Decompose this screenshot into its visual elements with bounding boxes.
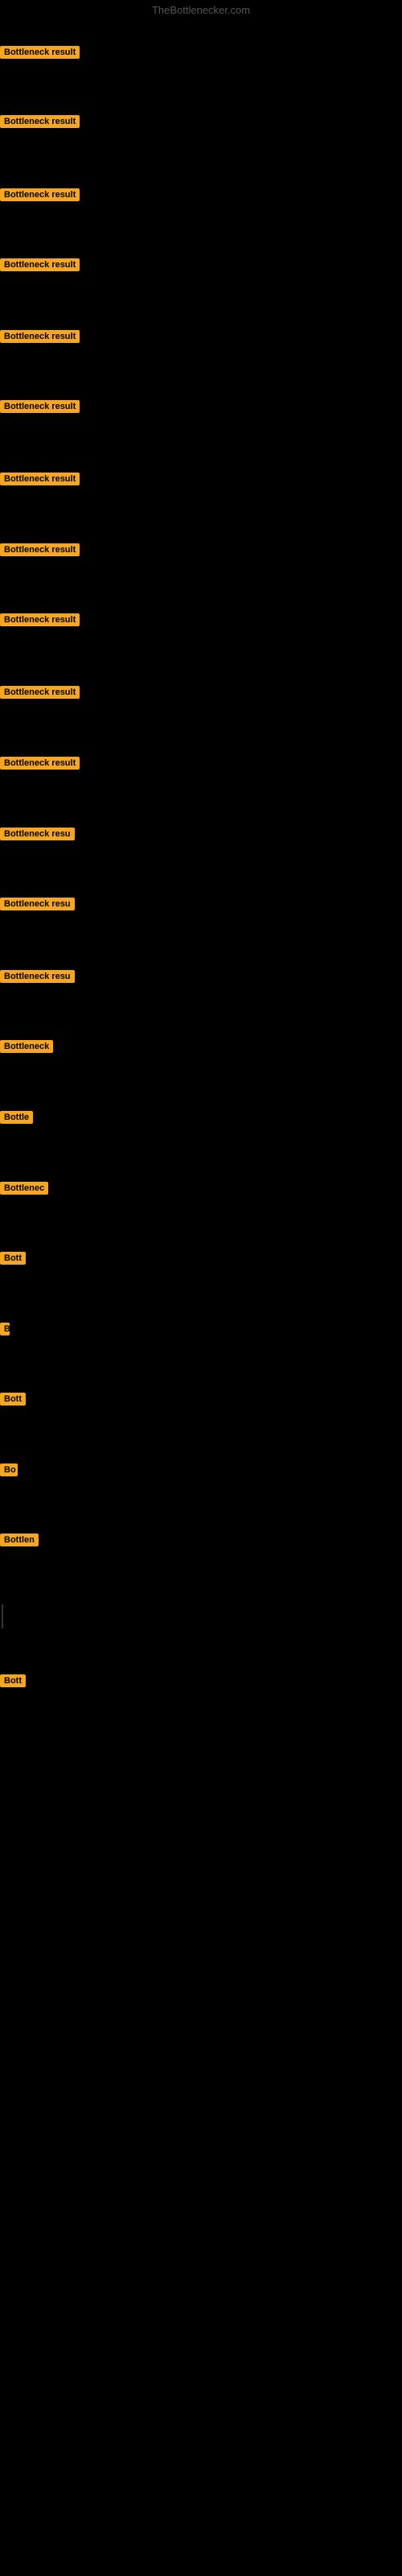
result-item-3: Bottleneck result — [0, 258, 80, 275]
bottleneck-badge-6: Bottleneck result — [0, 473, 80, 485]
bottleneck-badge-12: Bottleneck resu — [0, 898, 75, 910]
result-item-16: Bottlenec — [0, 1182, 48, 1199]
result-item-10: Bottleneck result — [0, 757, 80, 774]
result-item-1: Bottleneck result — [0, 115, 80, 132]
bottleneck-badge-21: Bottlen — [0, 1534, 39, 1546]
result-item-21: Bottlen — [0, 1534, 39, 1550]
bottleneck-badge-0: Bottleneck result — [0, 46, 80, 59]
result-item-2: Bottleneck result — [0, 188, 80, 205]
bottleneck-badge-1: Bottleneck result — [0, 115, 80, 128]
result-item-7: Bottleneck result — [0, 543, 80, 560]
bottleneck-badge-14: Bottleneck — [0, 1040, 53, 1053]
bottleneck-badge-23: Bott — [0, 1674, 26, 1687]
bottleneck-badge-19: Bott — [0, 1393, 26, 1406]
bottleneck-badge-13: Bottleneck resu — [0, 970, 75, 983]
vertical-line-22 — [2, 1604, 3, 1629]
result-item-23: Bott — [0, 1674, 26, 1691]
bottleneck-badge-2: Bottleneck result — [0, 188, 80, 201]
bottleneck-badge-18: B — [0, 1323, 10, 1335]
result-item-17: Bott — [0, 1252, 26, 1269]
bottleneck-badge-20: Bo — [0, 1463, 18, 1476]
bottleneck-badge-17: Bott — [0, 1252, 26, 1265]
bottleneck-badge-4: Bottleneck result — [0, 330, 80, 343]
result-item-9: Bottleneck result — [0, 686, 80, 703]
bottleneck-badge-16: Bottlenec — [0, 1182, 48, 1195]
result-item-8: Bottleneck result — [0, 613, 80, 630]
result-item-4: Bottleneck result — [0, 330, 80, 347]
result-item-12: Bottleneck resu — [0, 898, 75, 914]
result-item-5: Bottleneck result — [0, 400, 80, 417]
site-title: TheBottlenecker.com — [0, 4, 402, 16]
bottleneck-badge-10: Bottleneck result — [0, 757, 80, 770]
bottleneck-badge-9: Bottleneck result — [0, 686, 80, 699]
bottleneck-badge-11: Bottleneck resu — [0, 828, 75, 840]
bottleneck-badge-3: Bottleneck result — [0, 258, 80, 271]
result-item-20: Bo — [0, 1463, 18, 1480]
result-item-19: Bott — [0, 1393, 26, 1410]
result-item-11: Bottleneck resu — [0, 828, 75, 844]
result-item-13: Bottleneck resu — [0, 970, 75, 987]
result-item-6: Bottleneck result — [0, 473, 80, 489]
bottleneck-badge-7: Bottleneck result — [0, 543, 80, 556]
result-item-0: Bottleneck result — [0, 46, 80, 63]
bottleneck-badge-5: Bottleneck result — [0, 400, 80, 413]
result-item-18: B — [0, 1323, 10, 1340]
bottleneck-badge-8: Bottleneck result — [0, 613, 80, 626]
result-item-15: Bottle — [0, 1111, 33, 1128]
result-item-14: Bottleneck — [0, 1040, 53, 1057]
bottleneck-badge-15: Bottle — [0, 1111, 33, 1124]
